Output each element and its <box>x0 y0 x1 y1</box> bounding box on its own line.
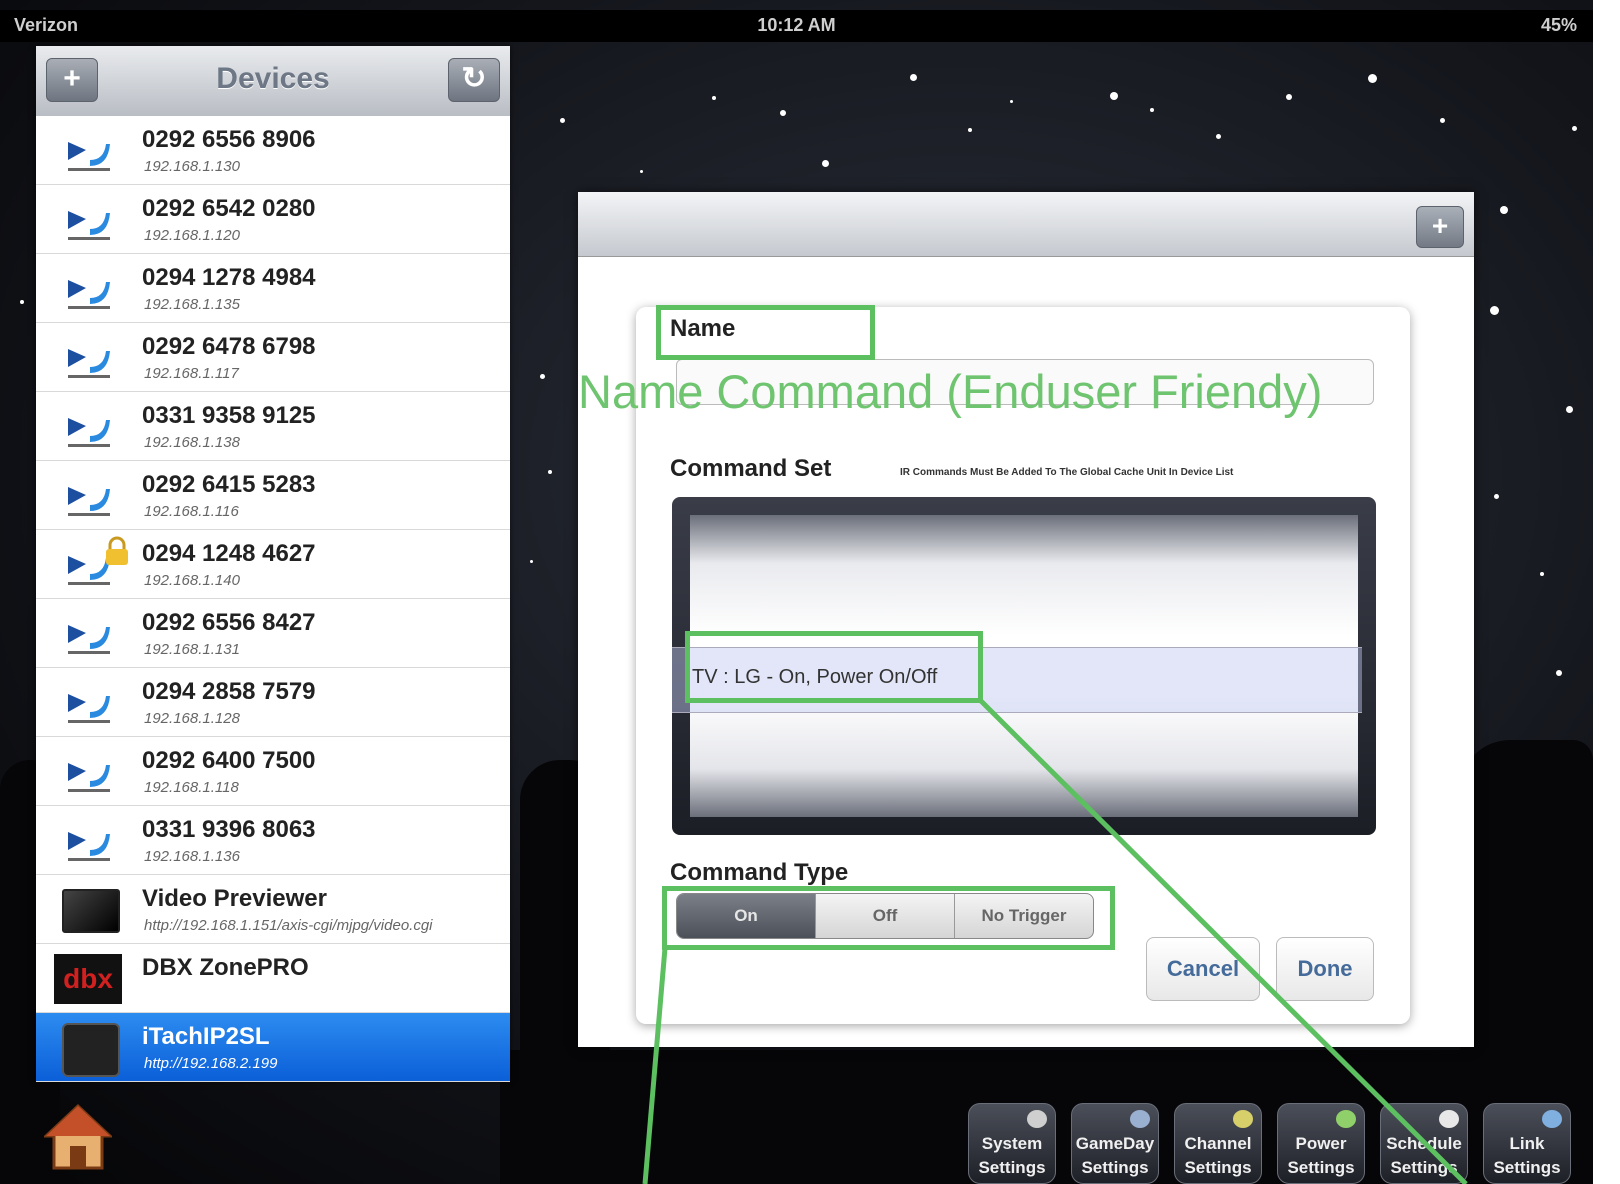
device-name: 0292 6556 8906 <box>142 126 316 153</box>
annotation-box-name <box>656 305 875 360</box>
device-name: DBX ZonePRO <box>142 954 309 981</box>
device-row[interactable]: 0292 6415 5283 192.168.1.116 <box>36 461 510 530</box>
device-name: 0294 2858 7579 <box>142 678 316 705</box>
toolbar-button-sublabel: Settings <box>1184 1158 1252 1177</box>
toolbar-button-label: GameDay <box>1075 1134 1155 1153</box>
command-set-note: IR Commands Must Be Added To The Global … <box>900 467 1234 478</box>
toolbar-button-label: Channel <box>1184 1134 1252 1153</box>
device-row[interactable]: 0294 1248 4627 192.168.1.140 <box>36 530 510 599</box>
device-name: 0331 9358 9125 <box>142 402 316 429</box>
annotation-box-picker <box>685 631 983 703</box>
done-button[interactable]: Done <box>1276 937 1374 1001</box>
device-address: http://192.168.2.199 <box>144 1055 278 1072</box>
devices-header: + Devices ↻ <box>36 46 510 117</box>
toolbar-button-sublabel: Settings <box>1287 1158 1355 1177</box>
device-address: http://192.168.1.151/axis-cgi/mjpg/video… <box>144 917 433 934</box>
device-address: 192.168.1.138 <box>144 434 240 451</box>
device-address: 192.168.1.117 <box>144 365 239 382</box>
clock-icon <box>1439 1110 1459 1128</box>
device-row[interactable]: 0331 9358 9125 192.168.1.138 <box>36 392 510 461</box>
toolbar-button-channel[interactable]: Channel Settings <box>1174 1103 1262 1184</box>
toolbar-button-system[interactable]: System Settings <box>968 1103 1056 1184</box>
device-address: 192.168.1.135 <box>144 296 240 313</box>
device-name: 0292 6542 0280 <box>142 195 316 222</box>
tools-icon <box>1027 1110 1047 1128</box>
directv-icon <box>68 487 110 516</box>
device-address: 192.168.1.136 <box>144 848 240 865</box>
annotation-box-command-type <box>662 886 1115 950</box>
devices-panel: + Devices ↻ 0292 6556 8906 192.168.1.130 0… <box>36 46 510 1082</box>
device-name: 0292 6478 6798 <box>142 333 316 360</box>
chat-icon <box>1233 1110 1253 1128</box>
command-set-label: Command Set <box>670 455 832 482</box>
device-row[interactable]: 0292 6556 8906 192.168.1.130 <box>36 116 510 185</box>
calendar-icon <box>1130 1110 1150 1128</box>
directv-icon <box>68 625 110 654</box>
toolbar-button-sublabel: Settings <box>978 1158 1046 1177</box>
status-time: 10:12 AM <box>757 15 836 35</box>
device-name: 0292 6400 7500 <box>142 747 316 774</box>
directv-icon <box>68 142 110 171</box>
toolbar-button-label: Link <box>1509 1134 1545 1153</box>
modal-add-button[interactable]: + <box>1416 206 1464 248</box>
device-row[interactable]: Video Previewer http://192.168.1.151/axis… <box>36 875 510 944</box>
directv-icon <box>68 763 110 792</box>
battery-indicator: 45% <box>1540 15 1577 35</box>
device-row[interactable]: 0292 6556 8427 192.168.1.131 <box>36 599 510 668</box>
device-row[interactable]: iTachIP2SL http://192.168.2.199 <box>36 1013 510 1082</box>
toolbar-button-gameday[interactable]: GameDay Settings <box>1071 1103 1159 1184</box>
toolbar-button-schedule[interactable]: Schedule Settings <box>1380 1103 1468 1184</box>
device-name: 0331 9396 8063 <box>142 816 316 843</box>
command-type-label: Command Type <box>670 859 849 886</box>
dbx-icon: dbx <box>54 954 122 1004</box>
device-row[interactable]: 0292 6400 7500 192.168.1.118 <box>36 737 510 806</box>
device-row[interactable]: 0294 2858 7579 192.168.1.128 <box>36 668 510 737</box>
toolbar-button-label: Schedule <box>1386 1134 1462 1153</box>
link-icon <box>1542 1110 1562 1128</box>
device-address: 192.168.1.128 <box>144 710 240 727</box>
toolbar-button-sublabel: Settings <box>1081 1158 1149 1177</box>
ipad-screen: Verizon 10:12 AM 45% + Devices ↻ 0292 65… <box>0 0 1593 1184</box>
directv-icon <box>68 694 110 723</box>
device-name: 0292 6556 8427 <box>142 609 316 636</box>
toolbar-button-label: System <box>981 1134 1043 1153</box>
device-address: 192.168.1.118 <box>144 779 239 796</box>
directv-icon <box>68 418 110 447</box>
device-row[interactable]: 0292 6478 6798 192.168.1.117 <box>36 323 510 392</box>
device-name: 0294 1248 4627 <box>142 540 316 567</box>
status-bar: Verizon 10:12 AM 45% <box>0 10 1593 42</box>
annotation-label: Name Command (Enduser Friendy) <box>578 365 1323 418</box>
directv-icon <box>68 832 110 861</box>
power-icon <box>1336 1110 1356 1128</box>
toolbar-button-link[interactable]: Link Settings <box>1483 1103 1571 1184</box>
directv-icon <box>68 211 110 240</box>
device-name: 0294 1278 4984 <box>142 264 316 291</box>
device-name: 0292 6415 5283 <box>142 471 316 498</box>
modal-header: + <box>578 192 1474 257</box>
itach-icon <box>62 1023 120 1077</box>
refresh-button[interactable]: ↻ <box>448 58 500 102</box>
device-name: Video Previewer <box>142 885 327 912</box>
toolbar-button-power[interactable]: Power Settings <box>1277 1103 1365 1184</box>
directv-icon <box>68 349 110 378</box>
device-row[interactable]: 0294 1278 4984 192.168.1.135 <box>36 254 510 323</box>
device-address: 192.168.1.116 <box>144 503 239 520</box>
tv-icon <box>62 889 120 933</box>
home-icon[interactable] <box>44 1102 112 1172</box>
directv-icon <box>68 280 110 309</box>
device-address: 192.168.1.130 <box>144 158 240 175</box>
device-row[interactable]: 0331 9396 8063 192.168.1.136 <box>36 806 510 875</box>
device-address: 192.168.1.140 <box>144 572 240 589</box>
toolbar-button-sublabel: Settings <box>1493 1158 1561 1177</box>
device-address: 192.168.1.120 <box>144 227 240 244</box>
toolbar-button-label: Power <box>1295 1134 1347 1153</box>
device-row[interactable]: 0292 6542 0280 192.168.1.120 <box>36 185 510 254</box>
device-name: iTachIP2SL <box>142 1023 270 1050</box>
devices-title: Devices <box>216 62 330 95</box>
lock-icon <box>106 536 128 565</box>
toolbar-button-sublabel: Settings <box>1390 1158 1458 1177</box>
device-address: 192.168.1.131 <box>144 641 240 658</box>
device-row[interactable]: dbx DBX ZonePRO <box>36 944 510 1013</box>
cancel-button[interactable]: Cancel <box>1146 937 1260 1001</box>
